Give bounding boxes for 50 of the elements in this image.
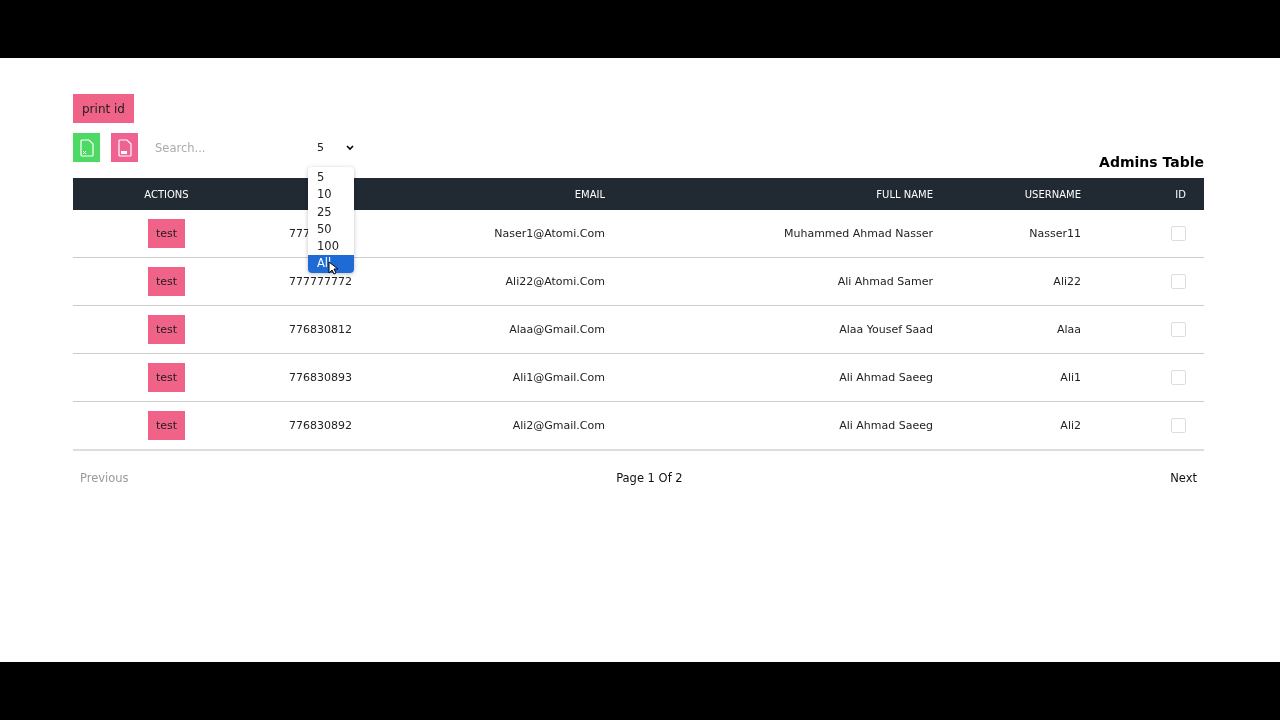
table-cell: Nasser11 [1029,227,1081,240]
table-cell: Ali22 [1053,275,1081,288]
table-cell: Ali22@Atomi.Com [505,275,605,288]
export-pdf-button[interactable] [111,133,138,162]
table-cell: Ali2 [1060,419,1081,432]
test-button[interactable]: test [148,411,185,440]
dropdown-option[interactable]: 50 [308,220,354,239]
table-cell: Alaa [1056,323,1081,336]
test-button[interactable]: test [148,219,185,248]
caret-icon [346,144,354,151]
column-header: FULL NAME [876,188,933,200]
row-checkbox[interactable] [1171,370,1186,385]
pdf-file-icon [117,138,132,157]
table-cell: Ali Ahmad Saeeg [839,371,933,384]
table-cell: Alaa Yousef Saad [839,323,933,336]
column-header: ACTIONS [144,188,189,200]
table-cell: 776830812 [289,323,352,336]
table-cell: Ali2@Gmail.Com [512,419,605,432]
table-cell: Ali1 [1060,371,1081,384]
table-cell: Ali1@Gmail.Com [512,371,605,384]
table-cell: Alaa@Gmail.Com [509,323,605,336]
dropdown-option[interactable]: 100 [308,238,354,256]
export-excel-button[interactable] [73,133,100,162]
page-size-select[interactable]: 5 [313,137,358,158]
row-checkbox[interactable] [1171,226,1186,241]
table-cell: Naser1@Atomi.Com [494,227,605,240]
test-button[interactable]: test [148,315,185,344]
dropdown-option[interactable]: 5 [308,169,354,187]
row-checkbox[interactable] [1171,418,1186,433]
test-button[interactable]: test [148,267,185,296]
table-cell: Ali Ahmad Saeeg [839,419,933,432]
cursor-icon [328,260,338,275]
next-button[interactable]: Next [1170,471,1197,485]
table-title: Admins Table [1099,154,1204,170]
table-cell: 777777772 [289,275,352,288]
table-cell: Muhammed Ahmad Nasser [784,227,933,240]
print-button[interactable]: print id [73,94,134,123]
row-checkbox[interactable] [1171,274,1186,289]
row-checkbox[interactable] [1171,322,1186,337]
dropdown-option[interactable]: 10 [308,186,354,204]
dropdown-option[interactable]: 25 [308,203,354,221]
spreadsheet-file-icon [79,138,94,157]
test-button[interactable]: test [148,363,185,392]
column-header: USERNAME [1024,188,1081,200]
table-cell: 776830892 [289,419,352,432]
table-cell: Ali Ahmad Samer [837,275,933,288]
page-indicator: Page 1 Of 2 [616,471,683,485]
column-header: EMAIL [574,188,605,200]
column-header: ID [1175,188,1186,200]
table-cell: 776830893 [289,371,352,384]
